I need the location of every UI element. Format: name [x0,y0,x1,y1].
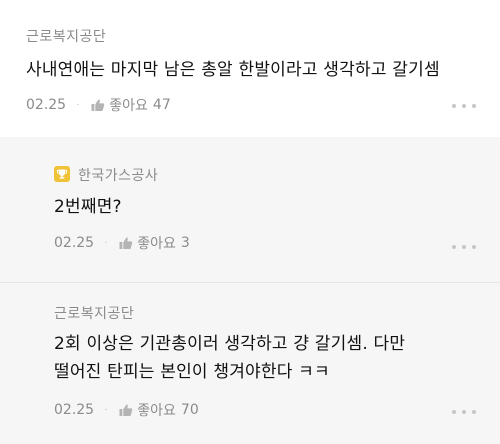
reply-meta: 02.25 · 좋아요 3 [54,234,190,252]
more-dot [462,104,466,108]
reply-text-line-2: 떨어진 탄피는 본인이 챙겨야한다 ㅋㅋ [54,362,330,382]
thumbs-up-icon[interactable] [119,236,133,250]
reply-item: 근로복지공단 2회 이상은 기관총이러 생각하고 걍 갈기셈. 다만 떨어진 탄… [0,282,500,444]
comment-meta: 02.25 · 좋아요 47 [26,96,171,114]
reply-item: 한국가스공사 2번째면? 02.25 · 좋아요 3 [0,137,500,282]
more-options-icon[interactable] [452,242,476,252]
like-label[interactable]: 좋아요 [109,95,148,115]
like-count: 70 [180,402,199,418]
reply-date: 02.25 [54,235,95,251]
replies-section: 한국가스공사 2번째면? 02.25 · 좋아요 3 근로복지공단 2회 이상은… [0,137,500,444]
like-count: 47 [152,97,171,113]
comment-item: 근로복지공단 사내연애는 마지막 남은 총알 한발이라고 생각하고 갈기셈 02… [0,0,500,137]
more-dot [472,410,476,414]
more-dot [472,104,476,108]
more-options-icon[interactable] [452,101,476,111]
trophy-icon [54,166,70,182]
thumbs-up-icon[interactable] [91,98,105,112]
more-dot [452,104,456,108]
more-options-icon[interactable] [452,407,476,417]
comment-text: 사내연애는 마지막 남은 총알 한발이라고 생각하고 갈기셈 [26,60,440,80]
like-count: 3 [180,235,190,251]
separator-dot: · [104,404,108,416]
reply-author[interactable]: 한국가스공사 [78,165,158,185]
like-label[interactable]: 좋아요 [137,400,176,420]
more-dot [472,245,476,249]
reply-text-line-1: 2회 이상은 기관총이러 생각하고 걍 갈기셈. 다만 [54,334,406,354]
more-dot [452,410,456,414]
reply-meta: 02.25 · 좋아요 70 [54,401,199,419]
comment-author[interactable]: 근로복지공단 [26,26,106,46]
comment-date: 02.25 [26,97,67,113]
thumbs-up-icon[interactable] [119,403,133,417]
like-label[interactable]: 좋아요 [137,233,176,253]
reply-text: 2번째면? [54,197,122,217]
more-dot [462,410,466,414]
separator-dot: · [104,237,108,249]
more-dot [452,245,456,249]
more-dot [462,245,466,249]
separator-dot: · [76,99,80,111]
reply-author[interactable]: 근로복지공단 [54,303,134,323]
reply-date: 02.25 [54,402,95,418]
